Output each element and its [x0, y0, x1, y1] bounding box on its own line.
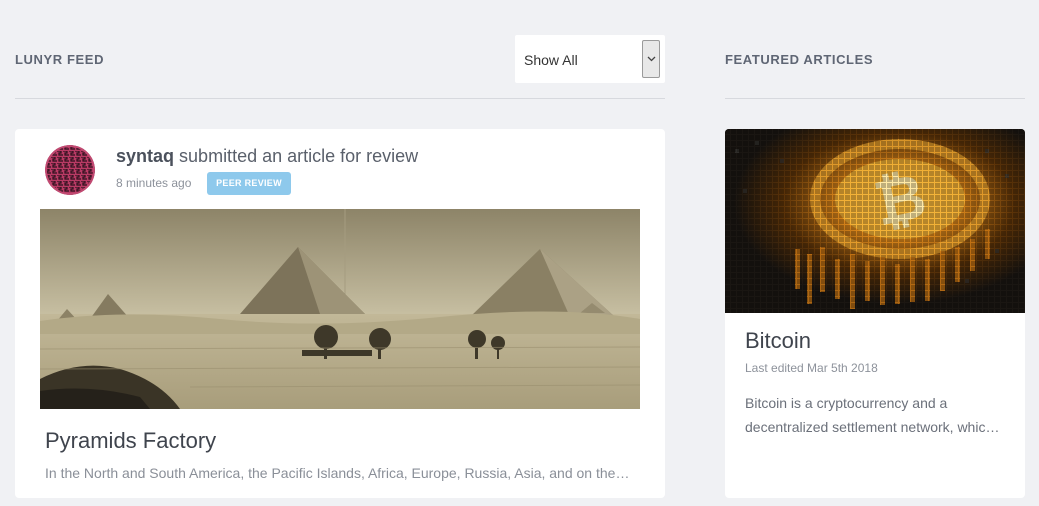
featured-article-meta: Last edited Mar 5th 2018 [745, 361, 878, 375]
filter-selected-value: Show All [524, 52, 578, 68]
bitcoin-image[interactable]: ₿ [725, 129, 1025, 313]
pyramids-image[interactable] [40, 209, 640, 409]
activity-headline: syntaq submitted an article for review [116, 146, 418, 167]
article-excerpt: In the North and South America, the Paci… [45, 465, 631, 481]
status-badge: PEER REVIEW [207, 172, 291, 195]
feed-section: LUNYR FEED Show All syntaq submitted an … [15, 0, 665, 506]
activity-action: submitted an article for review [179, 146, 419, 166]
feed-divider [15, 98, 665, 99]
featured-divider [725, 98, 1025, 99]
featured-article-excerpt: Bitcoin is a cryptocurrency and a decent… [745, 395, 994, 435]
timestamp: 8 minutes ago [116, 176, 192, 190]
filter-dropdown-arrow[interactable] [642, 40, 660, 78]
feed-filter-select[interactable]: Show All [515, 35, 665, 83]
article-title[interactable]: Pyramids Factory [45, 428, 216, 454]
featured-card[interactable]: ₿ Bitcoin Last edited Mar 5th 2018 Bitco… [725, 129, 1025, 498]
username-link[interactable]: syntaq [116, 146, 174, 166]
feed-card[interactable]: syntaq submitted an article for review 8… [15, 129, 665, 498]
feed-section-title: LUNYR FEED [15, 52, 105, 67]
featured-section: FEATURED ARTICLES Bitcoin Last edited Ma… [725, 0, 1025, 506]
featured-section-title: FEATURED ARTICLES [725, 52, 874, 67]
featured-article-title[interactable]: Bitcoin [745, 328, 811, 354]
chevron-down-icon [647, 56, 656, 62]
avatar[interactable] [45, 145, 95, 195]
